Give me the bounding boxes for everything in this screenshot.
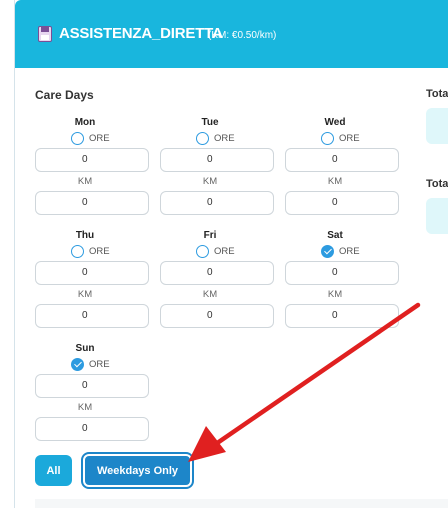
annotation-arrow-icon (188, 302, 421, 462)
